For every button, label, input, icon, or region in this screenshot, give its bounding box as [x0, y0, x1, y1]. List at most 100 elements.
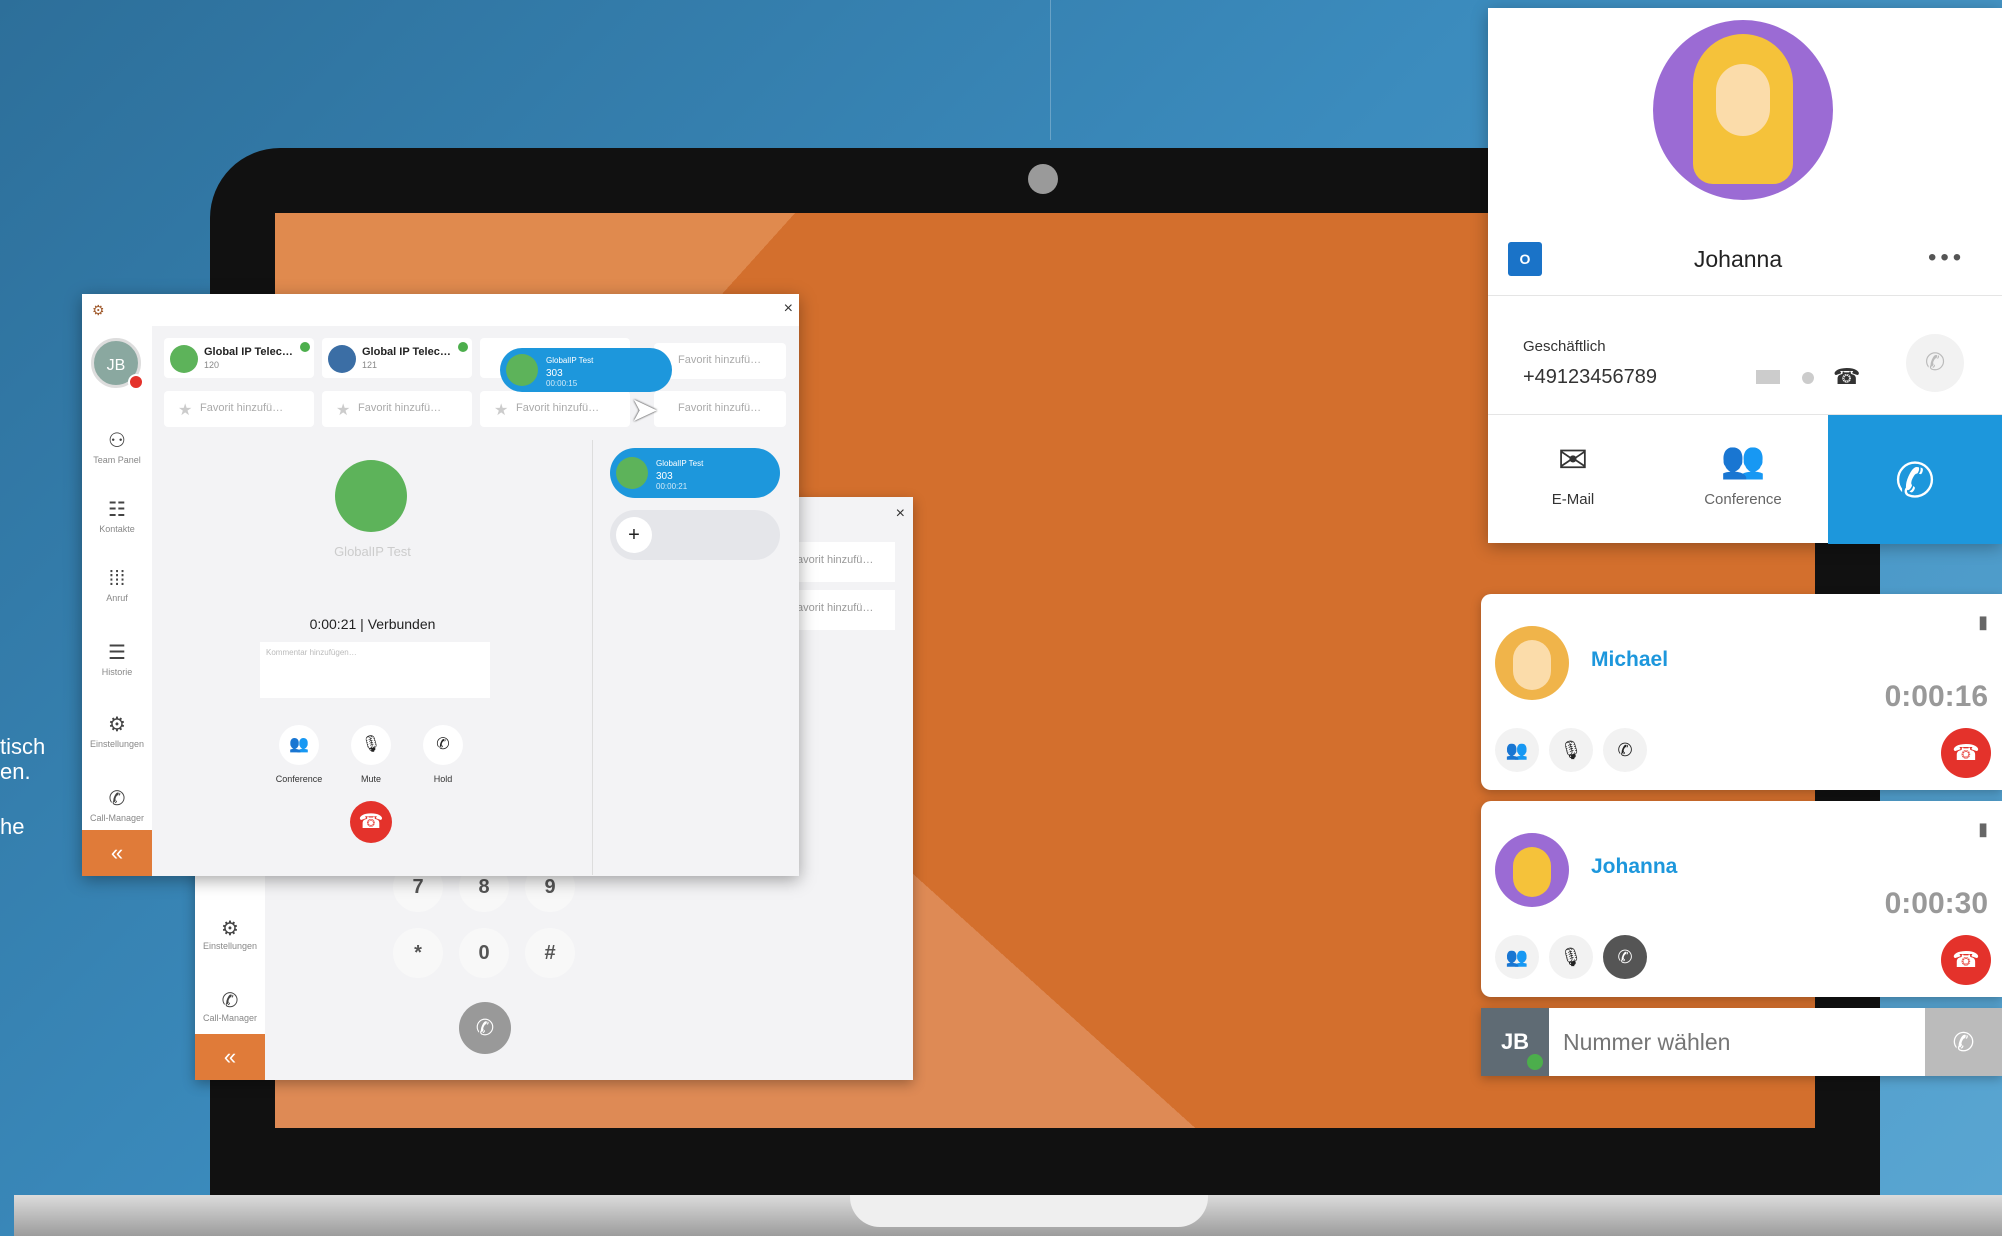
back-close-button[interactable]: × [896, 505, 905, 523]
conference-icon: 👥 [1505, 740, 1529, 760]
nav-dialpad[interactable]: ⁞⁞⁞ Anruf [82, 568, 152, 603]
close-button[interactable]: × [784, 300, 793, 318]
mute-button[interactable]: 🎙 [351, 725, 391, 765]
outlook-icon[interactable]: O [1508, 242, 1542, 276]
hold-icon: ✆ [1617, 740, 1633, 760]
hangup-icon: ☎ [1952, 947, 1980, 972]
gear-icon: ⚙ [108, 714, 126, 736]
bookmark-icon[interactable]: ▮ [1978, 819, 1988, 840]
active-call-bubble[interactable]: GlobalIP Test 303 00:00:21 [610, 448, 780, 498]
status-online [1527, 1054, 1543, 1070]
fav-slot[interactable]: Favorit hinzufü… [654, 391, 786, 427]
nav-settings[interactable]: ⚙ Einstellungen [82, 712, 152, 749]
star-icon: ★ [494, 402, 509, 419]
microphone-icon: 🎙 [1559, 947, 1583, 967]
call-timer: 0:00:16 [1884, 680, 1988, 713]
dialpad-icon: ⁞⁞⁞ [108, 568, 126, 590]
call-button[interactable]: ✆ [1828, 415, 2002, 544]
dial-key-star[interactable]: * [393, 928, 443, 978]
status-online [300, 342, 310, 352]
conference-icon: 👥 [1720, 439, 1766, 480]
nav-contacts[interactable]: ☷ Kontakte [82, 497, 152, 534]
dial-bar: JB ✆ [1481, 1008, 2002, 1076]
hangup-icon: ☎ [358, 811, 384, 833]
background-text-1: tisch [0, 734, 46, 759]
bookmark-icon[interactable]: ▮ [1978, 612, 1988, 633]
gear-icon: ⚙ [221, 918, 239, 940]
nav-history[interactable]: ☰ Historie [82, 640, 152, 677]
mute-button[interactable]: 🎙 [1549, 728, 1593, 772]
back-fav-slot[interactable]: avorit hinzufü… [795, 590, 895, 630]
avatar [616, 457, 648, 489]
conference-button[interactable]: 👥 [279, 725, 319, 765]
mute-label: Mute [360, 774, 381, 784]
back-collapse-button[interactable]: « [195, 1034, 265, 1080]
hold-button[interactable]: ✆ [423, 725, 463, 765]
call-status: 0:00:21 | Verbunden [309, 616, 436, 632]
fav-slot[interactable]: Favorit hinzufü… [654, 343, 786, 379]
avatar [506, 354, 538, 386]
fav-slot[interactable]: ★ Favorit hinzufü… [480, 391, 630, 427]
softphone-window: ⚙ × [82, 294, 799, 876]
hold-button[interactable]: ✆ [1603, 728, 1647, 772]
phone-number: +49123456789 [1523, 366, 1658, 388]
microphone-icon: 🎙 [360, 736, 382, 753]
back-nav-settings[interactable]: ⚙ Einstellungen [195, 916, 265, 951]
hold-button-active[interactable]: ✆ [1603, 935, 1647, 979]
dial-number-input[interactable] [1563, 1018, 1903, 1066]
column-divider [592, 440, 593, 875]
microphone-icon: 🎙 [1559, 740, 1583, 760]
star-icon: ★ [336, 402, 351, 419]
background-divider [1050, 0, 1051, 140]
add-call-button[interactable]: + [616, 517, 652, 553]
hangup-button[interactable]: ☎ [350, 801, 392, 843]
team-icon: ⚇ [108, 430, 126, 452]
window-titlebar: ⚙ × [82, 294, 799, 326]
laptop-notch [850, 1195, 1208, 1227]
fav-slot[interactable]: ★ Favorit hinzufü… [322, 391, 472, 427]
mouse-cursor-icon: ➤ [630, 391, 659, 429]
avatar [328, 345, 356, 373]
nav-team-panel[interactable]: ⚇ Team Panel [82, 428, 152, 465]
contact-card: O Johanna ••• Geschäftlich +49123456789 … [1488, 8, 2002, 544]
user-status-busy [128, 374, 144, 390]
more-options-button[interactable]: ••• [1928, 244, 1965, 272]
contact-actions: ✉ E-Mail 👥 Conference ✆ [1488, 414, 2002, 544]
dial-key-hash[interactable]: # [525, 928, 575, 978]
conference-button[interactable]: 👥 Conference [1658, 415, 1828, 544]
back-fav-slot[interactable]: avorit hinzufü… [795, 542, 895, 582]
fav-slot[interactable]: ★ Favorit hinzufü… [164, 391, 314, 427]
conference-button[interactable]: 👥 [1495, 935, 1539, 979]
team-contact[interactable]: Global IP Telec… 120 [164, 338, 314, 378]
caller-avatar [1495, 833, 1569, 907]
status-online [458, 342, 468, 352]
hangup-button[interactable]: ☎ [1941, 728, 1991, 778]
comment-field[interactable]: Kommentar hinzufügen… [260, 642, 490, 698]
laptop-camera [1028, 164, 1058, 194]
dial-button[interactable]: ✆ [1925, 1008, 2002, 1076]
email-button[interactable]: ✉ E-Mail [1488, 415, 1658, 544]
mute-button[interactable]: 🎙 [1549, 935, 1593, 979]
star-icon: ★ [178, 402, 193, 419]
contact-avatar [1653, 20, 1833, 200]
call-panel-johanna: Johanna ▮ 0:00:30 👥 🎙 ✆ ☎ [1481, 801, 2002, 997]
dial-key-0[interactable]: 0 [459, 928, 509, 978]
hangup-icon: ☎ [1952, 740, 1980, 765]
device-icon [1756, 370, 1780, 384]
team-contact[interactable]: Global IP Telec… 121 [322, 338, 472, 378]
collapse-button[interactable]: « [82, 830, 152, 876]
back-nav-call-manager[interactable]: ✆ Call-Manager [195, 988, 265, 1023]
hangup-button[interactable]: ☎ [1941, 935, 1991, 985]
call-number-button[interactable]: ✆ [1906, 334, 1964, 392]
dragging-call-bubble[interactable]: GlobalIP Test 303 00:00:15 [500, 348, 672, 392]
caller-name: GlobalIP Test [334, 544, 411, 559]
background-text-3: he [0, 814, 25, 839]
call-panel-michael: Michael ▮ 0:00:16 👥 🎙 ✆ ☎ [1481, 594, 2002, 790]
app-logo-icon: ⚙ [92, 302, 105, 318]
dial-call-button[interactable]: ✆ [459, 1002, 511, 1054]
nav-call-manager[interactable]: ✆ Call-Manager [82, 786, 152, 823]
caller-name: Johanna [1591, 855, 1678, 878]
contacts-icon: ☷ [108, 499, 126, 521]
conference-button[interactable]: 👥 [1495, 728, 1539, 772]
conference-label: Conference [275, 774, 323, 784]
